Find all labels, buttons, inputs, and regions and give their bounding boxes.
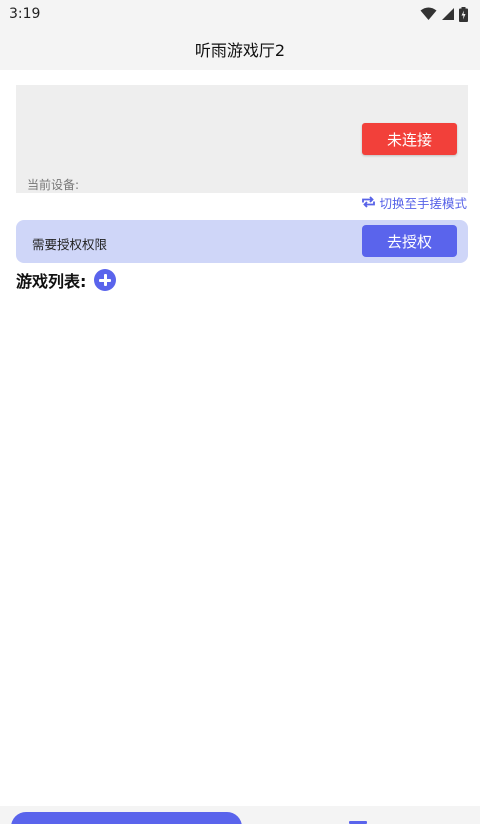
nav-tab-active[interactable] <box>11 812 242 824</box>
game-list-title: 游戏列表: <box>16 272 87 291</box>
authorize-button[interactable]: 去授权 <box>362 225 457 257</box>
bottom-nav <box>0 806 480 824</box>
device-card: 未连接 当前设备: <box>16 85 468 193</box>
battery-charging-icon <box>459 6 468 22</box>
auth-banner: 需要授权权限 去授权 <box>16 220 468 263</box>
status-time: 3:19 <box>9 6 41 22</box>
plus-circle-icon[interactable] <box>94 269 117 291</box>
current-device-label: 当前设备: <box>27 178 80 192</box>
signal-icon <box>442 8 454 20</box>
game-list-header: 游戏列表: <box>16 268 117 292</box>
repeat-icon <box>362 196 376 208</box>
connect-button[interactable]: 未连接 <box>362 123 457 155</box>
status-icons <box>420 6 468 22</box>
switch-mode-label: 切换至手搓模式 <box>379 195 467 211</box>
wifi-icon <box>420 7 437 20</box>
app-bar: 听雨游戏厅2 <box>0 28 480 70</box>
auth-message: 需要授权权限 <box>32 237 108 252</box>
switch-mode-link[interactable]: 切换至手搓模式 <box>361 194 467 211</box>
status-bar: 3:19 <box>0 0 480 28</box>
page-title: 听雨游戏厅2 <box>194 41 286 60</box>
